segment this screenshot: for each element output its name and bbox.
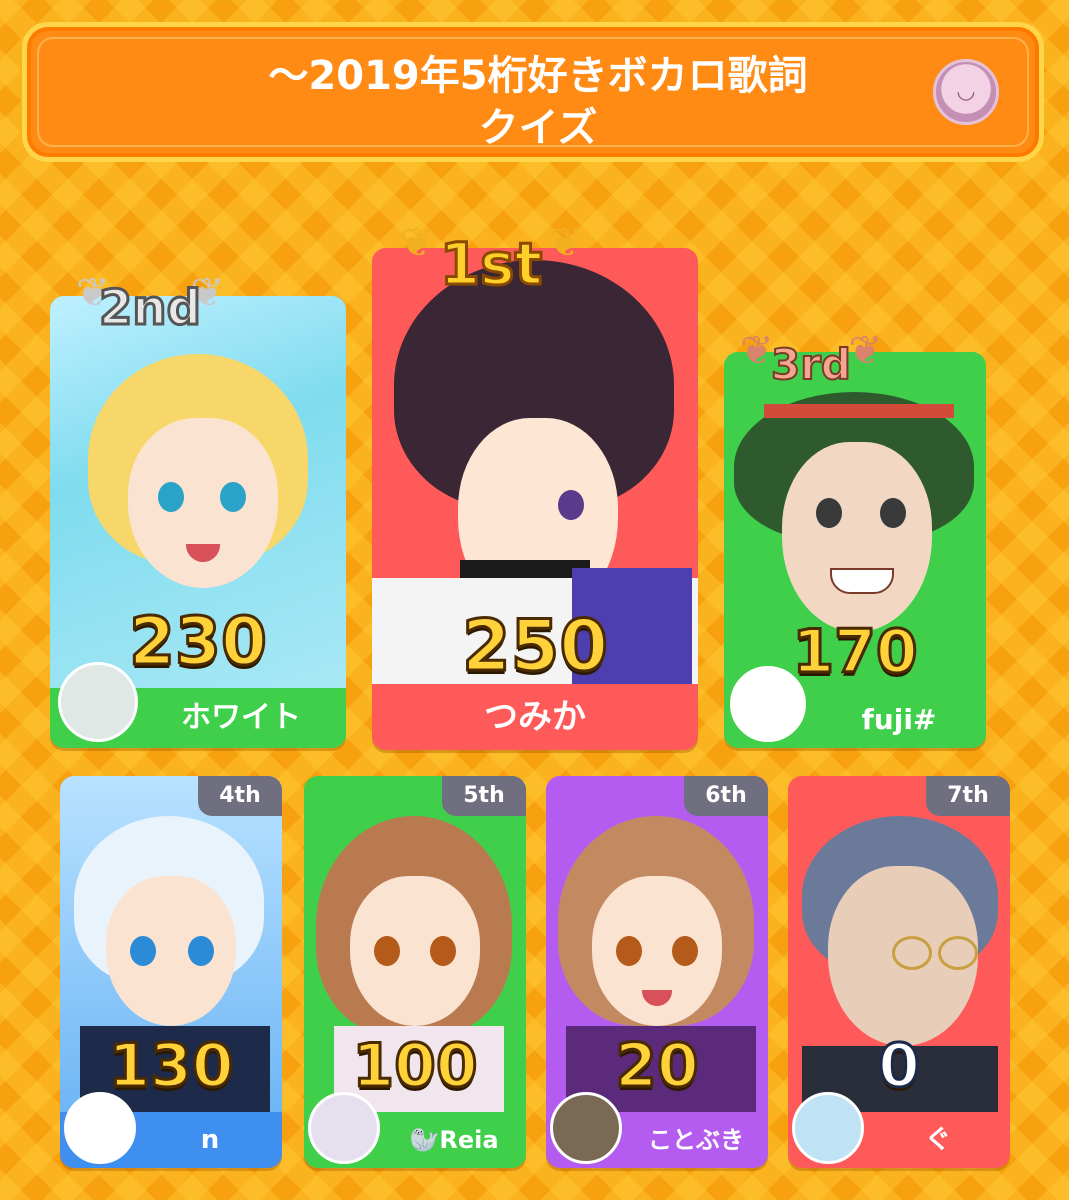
rank-badge: 7th [926,776,1010,816]
rank-badge: 6th [684,776,768,816]
player-avatar[interactable] [550,1092,622,1164]
score-1st: 250 [460,604,609,689]
quiz-title-line1: ～2019年5桁好きボカロ歌詞 [268,53,808,99]
score-4th: 130 [107,1030,235,1103]
rank-card-5th[interactable]: 5th 100 🦭Reia [304,776,526,1168]
player-name-5th: 🦭Reia [409,1126,499,1154]
player-name-7th: ぐ [924,1125,951,1155]
laurel-bronze-icon: ❦ ❦ 3rd [736,310,886,414]
rank-label-3rd: 3rd [770,339,852,390]
player-name-6th: ことぶき [648,1126,744,1154]
rank-label-2nd: 2nd [98,279,203,338]
rank-badge: 5th [442,776,526,816]
player-avatar[interactable] [308,1092,380,1164]
podium-card-2nd[interactable]: 230 ホワイト [50,296,346,748]
rank-card-4th[interactable]: 4th 130 n [60,776,282,1168]
rank-card-7th[interactable]: 7th 0 ぐ [788,776,1010,1168]
player-avatar[interactable] [730,666,806,742]
rank-badge: 4th [198,776,282,816]
laurel-silver-icon: ❦ ❦ 2nd [70,250,230,360]
player-avatar[interactable] [64,1092,136,1164]
player-name-3rd: fuji# [861,703,937,736]
score-7th: 0 [877,1030,922,1103]
rank-label-1st: 1st [438,229,544,300]
score-5th: 100 [351,1030,479,1103]
host-face-icon: ◡ [956,79,976,104]
host-avatar[interactable]: ◡ [933,59,999,125]
quiz-title-line2: クイズ [478,105,598,151]
player-name-4th: n [200,1125,220,1155]
laurel-gold-icon: ❦ ❦ 1st [396,196,586,326]
player-name-1st: つみか [372,684,698,750]
score-6th: 20 [614,1030,701,1103]
title-banner: ～2019年5桁好きボカロ歌詞 クイズ ◡ [22,22,1044,162]
player-name-2nd: ホワイト [181,700,301,735]
rank-card-6th[interactable]: 6th 20 ことぶき [546,776,768,1168]
player-avatar[interactable] [58,662,138,742]
player-avatar[interactable] [792,1092,864,1164]
